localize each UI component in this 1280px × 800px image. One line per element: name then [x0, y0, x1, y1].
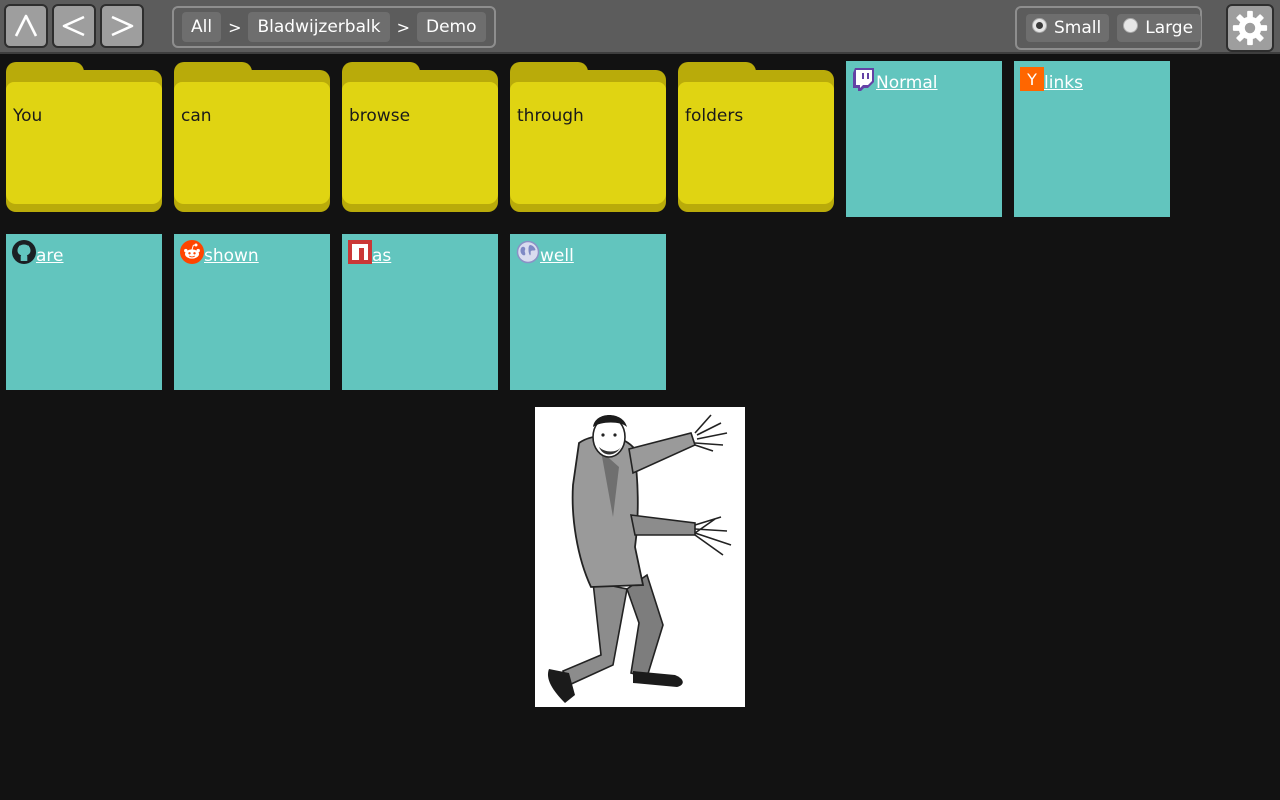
link-tile-links[interactable]: Y links [1014, 61, 1170, 217]
folder-label: through [517, 106, 584, 126]
forward-button[interactable] [100, 4, 144, 48]
github-icon [12, 240, 36, 264]
settings-button[interactable] [1226, 4, 1274, 52]
folder-label: can [181, 106, 212, 126]
breadcrumb-item-demo[interactable]: Demo [416, 12, 486, 42]
chevron-left-icon [62, 15, 85, 37]
folder-through[interactable]: through [510, 62, 666, 212]
breadcrumb-item-bladwijzerbalk[interactable]: Bladwijzerbalk [248, 12, 390, 42]
folder-label: browse [349, 106, 411, 126]
link-label[interactable]: well [540, 246, 574, 266]
link-tile-are[interactable]: are [6, 234, 162, 390]
folder-you[interactable]: You [6, 62, 162, 212]
link-label[interactable]: are [36, 246, 64, 266]
chevron-right-icon [111, 15, 134, 37]
link-tile-shown[interactable]: shown [174, 234, 330, 390]
globe-icon [516, 240, 540, 264]
folder-label: folders [685, 106, 744, 126]
hacker-news-icon: Y [1020, 67, 1044, 91]
link-label[interactable]: Normal [876, 73, 938, 93]
large-radio[interactable] [1123, 17, 1139, 33]
back-button[interactable] [52, 4, 96, 48]
link-tile-normal[interactable]: Normal [846, 61, 1002, 217]
breadcrumb: All > Bladwijzerbalk > Demo [172, 6, 496, 48]
folder-can[interactable]: can [174, 62, 330, 212]
tile-size-selector: Small Large [1015, 6, 1202, 50]
folder-browse[interactable]: browse [342, 62, 498, 212]
dancing-man-illustration [535, 407, 745, 707]
toolbar: All > Bladwijzerbalk > Demo Small Large [0, 0, 1280, 54]
reddit-icon [180, 240, 204, 264]
breadcrumb-item-all[interactable]: All [182, 12, 222, 42]
dancing-man-figure [535, 407, 745, 707]
folder-label: You [13, 106, 43, 126]
size-option-small[interactable]: Small [1026, 14, 1110, 42]
npm-icon [348, 240, 372, 264]
up-button[interactable] [4, 4, 48, 48]
breadcrumb-separator: > [228, 17, 242, 37]
small-radio[interactable] [1032, 17, 1047, 33]
gear-icon [1232, 10, 1268, 46]
link-label[interactable]: as [372, 246, 391, 266]
link-tile-well[interactable]: well [510, 234, 666, 390]
caret-up-icon [14, 14, 38, 37]
size-option-large[interactable]: Large [1117, 14, 1202, 42]
size-option-small-label: Small [1054, 18, 1102, 38]
link-tile-as[interactable]: as [342, 234, 498, 390]
link-label[interactable]: links [1044, 73, 1083, 93]
folder-folders[interactable]: folders [678, 62, 834, 212]
twitch-icon [853, 68, 874, 91]
breadcrumb-separator: > [396, 17, 410, 37]
size-option-large-label: Large [1145, 18, 1194, 38]
link-label[interactable]: shown [204, 246, 259, 266]
svg-text:Y: Y [1026, 70, 1037, 89]
